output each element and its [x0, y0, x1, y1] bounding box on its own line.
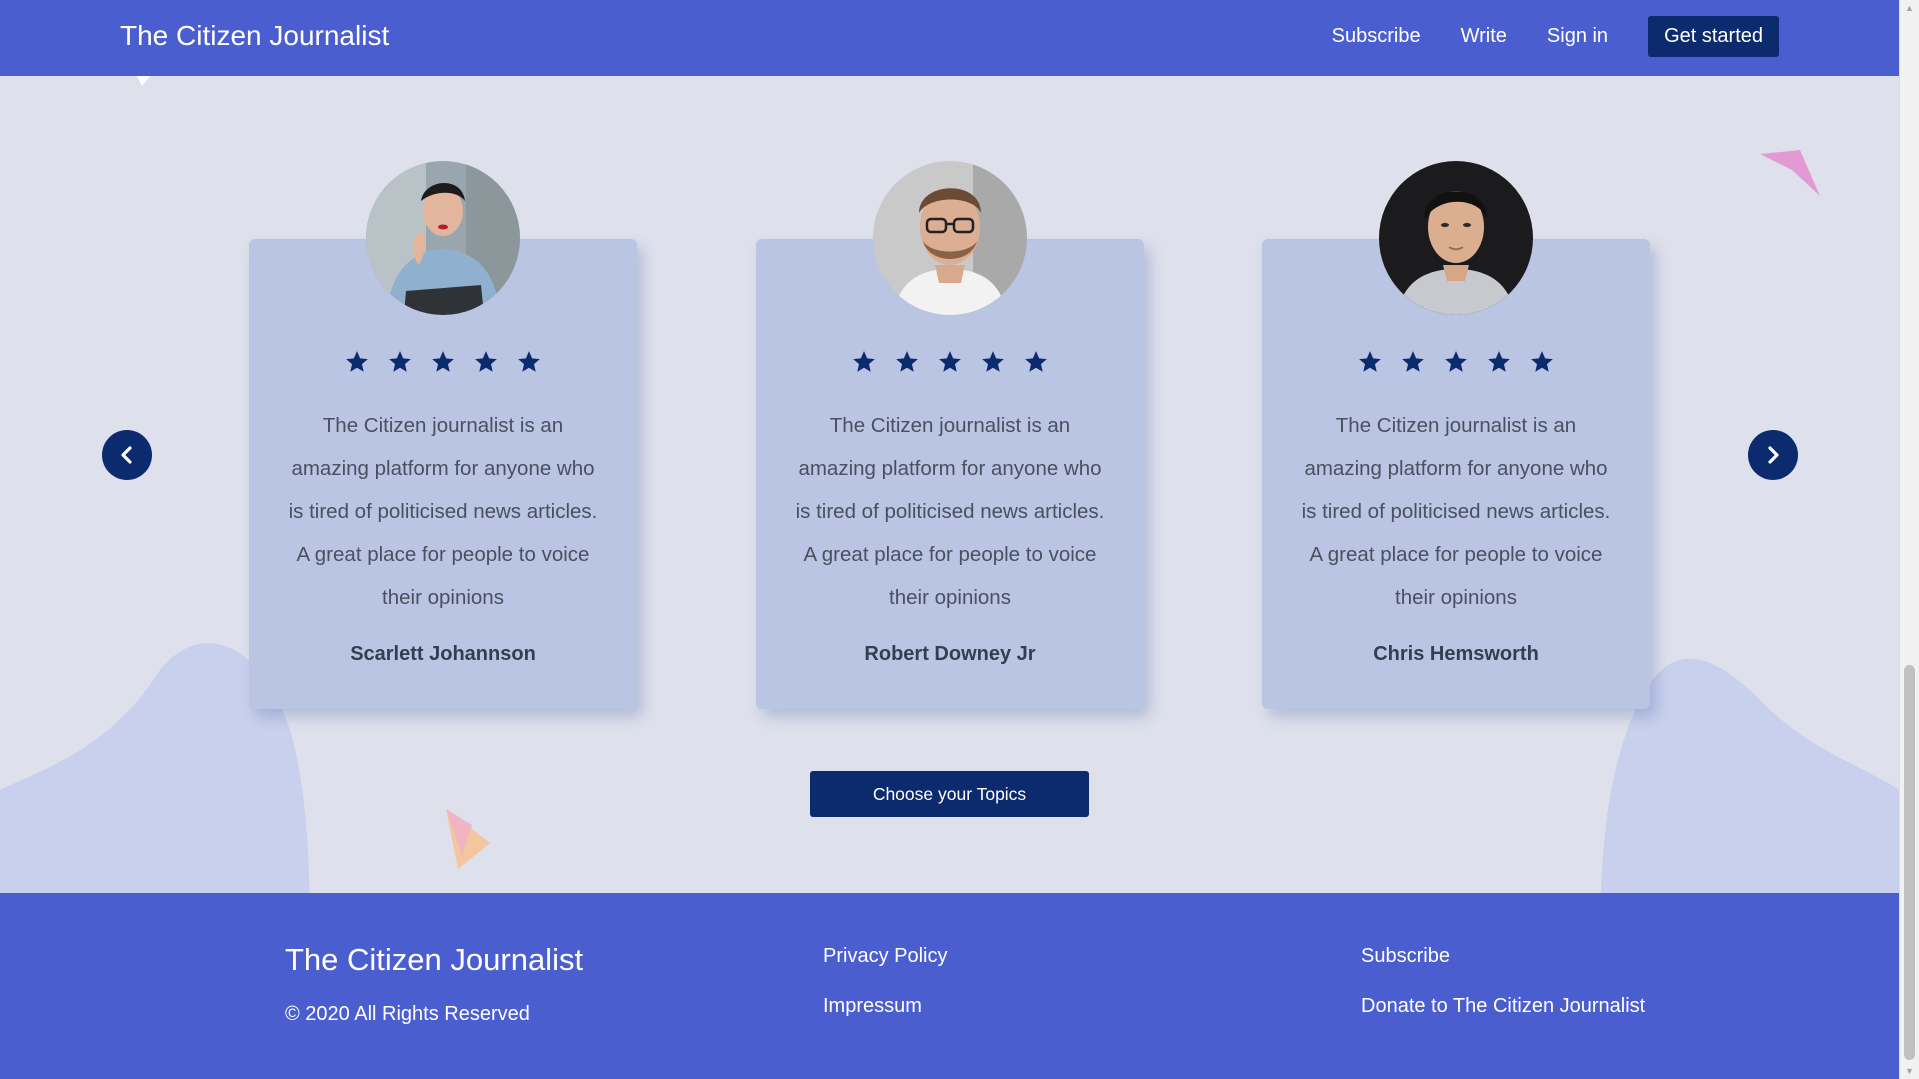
footer-donate-link[interactable]: Donate to The Citizen Journalist [1361, 995, 1645, 1018]
star-icon [982, 351, 1004, 372]
testimonial-quote: The Citizen journalist is an amazing pla… [1301, 414, 1611, 609]
star-icon [1488, 351, 1510, 372]
footer-subscribe-link[interactable]: Subscribe [1361, 945, 1450, 968]
get-started-button[interactable]: Get started [1648, 16, 1779, 57]
star-icon [518, 351, 540, 372]
testimonial-quote: The Citizen journalist is an amazing pla… [795, 414, 1105, 609]
star-icon [1445, 351, 1467, 372]
page-scrollbar[interactable]: ▲ ▼ [1899, 0, 1919, 1079]
rating-stars [756, 349, 1144, 375]
testimonial-author: Chris Hemsworth [1373, 643, 1539, 665]
rating-stars [1262, 349, 1650, 375]
footer-privacy-policy-link[interactable]: Privacy Policy [823, 945, 947, 968]
star-icon [1359, 351, 1381, 372]
top-navbar: The Citizen Journalist Subscribe Write S… [0, 0, 1899, 76]
avatar [1379, 161, 1533, 315]
nav-write-link[interactable]: Write [1461, 25, 1507, 48]
nav-sign-in-link[interactable]: Sign in [1547, 25, 1608, 48]
rating-stars [249, 349, 637, 375]
brand-logo-link[interactable]: The Citizen Journalist [120, 20, 389, 52]
star-icon [896, 351, 918, 372]
star-icon [1402, 351, 1424, 372]
chevron-left-icon [121, 446, 132, 464]
testimonial-quote: The Citizen journalist is an amazing pla… [288, 414, 598, 609]
page: The Citizen Journalist Subscribe Write S… [0, 0, 1899, 1079]
star-icon [389, 351, 411, 372]
footer-copyright: © 2020 All Rights Reserved [285, 1003, 530, 1025]
star-icon [853, 351, 875, 372]
star-icon [1531, 351, 1553, 372]
next-slide-button[interactable] [1748, 430, 1798, 480]
testimonials-section: The Citizen journalist is an amazing pla… [0, 0, 1899, 893]
footer: The Citizen Journalist © 2020 All Rights… [0, 893, 1899, 1079]
nav-subscribe-link[interactable]: Subscribe [1332, 25, 1421, 48]
scroll-down-arrow-icon[interactable]: ▼ [1900, 1063, 1919, 1079]
footer-impressum-link[interactable]: Impressum [823, 995, 922, 1018]
testimonial-card: The Citizen journalist is an amazing pla… [756, 161, 1144, 709]
footer-title: The Citizen Journalist [285, 942, 584, 977]
star-icon [939, 351, 961, 372]
star-icon [1025, 351, 1047, 372]
testimonial-card: The Citizen journalist is an amazing pla… [249, 161, 637, 709]
chevron-right-icon [1768, 446, 1779, 464]
avatar [873, 161, 1027, 315]
avatar [366, 161, 520, 315]
scroll-up-arrow-icon[interactable]: ▲ [1900, 0, 1919, 16]
choose-topics-button[interactable]: Choose your Topics [810, 771, 1089, 817]
star-icon [346, 351, 368, 372]
testimonial-author: Robert Downey Jr [864, 643, 1036, 665]
prev-slide-button[interactable] [102, 430, 152, 480]
testimonial-author: Scarlett Johannson [350, 643, 536, 665]
nav-links: Subscribe Write Sign in Get started [1332, 16, 1779, 57]
scrollbar-thumb[interactable] [1904, 665, 1915, 1060]
star-icon [432, 351, 454, 372]
star-icon [475, 351, 497, 372]
testimonial-card: The Citizen journalist is an amazing pla… [1262, 161, 1650, 709]
